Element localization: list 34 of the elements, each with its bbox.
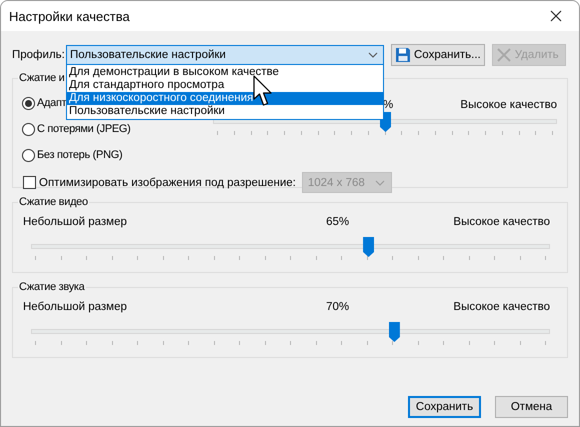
field-label: Профиль: (12, 49, 66, 61)
radio-label: Без потерь (PNG) (37, 149, 122, 161)
slider-label: Небольшой размер (23, 216, 127, 228)
percent-reading: 65% (326, 216, 350, 228)
chevron-icon (368, 52, 378, 58)
slider-thumb[interactable] (363, 237, 374, 257)
percent-reading: 70% (326, 301, 350, 313)
radio-button[interactable] (22, 96, 35, 110)
save-button[interactable]: Сохранить... (391, 44, 485, 66)
cancel-button[interactable]: Отмена (495, 396, 568, 418)
profile-dropdown[interactable]: Пользовательские настройки (66, 45, 384, 65)
slider-thumb[interactable] (388, 322, 400, 342)
radio-button[interactable] (22, 148, 35, 162)
checkbox[interactable] (23, 176, 36, 189)
radio-button[interactable] (22, 122, 35, 136)
slider-label: Высокое качество (453, 216, 550, 228)
slider-label: Небольшой размер (23, 301, 127, 313)
radio-label: Адапт (37, 97, 66, 109)
group-title: Сжатие видео (18, 196, 89, 208)
dropdown-option[interactable]: Для стандартного просмотра (67, 79, 383, 92)
group-title: Сжатие и (18, 72, 66, 84)
close-icon[interactable] (550, 10, 562, 22)
window-title: Настройки качества (9, 8, 130, 24)
radio-label: С потерями (JPEG) (37, 123, 131, 135)
group-title: Сжатие звука (18, 281, 86, 293)
dropdown-option[interactable]: Для низкоскоростного соединения (67, 92, 383, 105)
x-icon (496, 47, 512, 63)
slider-label: Высокое качество (453, 301, 550, 313)
save-button[interactable]: Сохранить (408, 396, 481, 418)
dropdown-option[interactable]: Пользовательские настройки (67, 105, 383, 118)
dropdown-option[interactable]: Для демонстрации в высоком качестве (67, 66, 383, 79)
chevron-icon (374, 180, 385, 186)
checkbox-label: Оптимизировать изображения под разрешение: (39, 176, 296, 188)
slider-label: Высокое качество (460, 99, 557, 111)
